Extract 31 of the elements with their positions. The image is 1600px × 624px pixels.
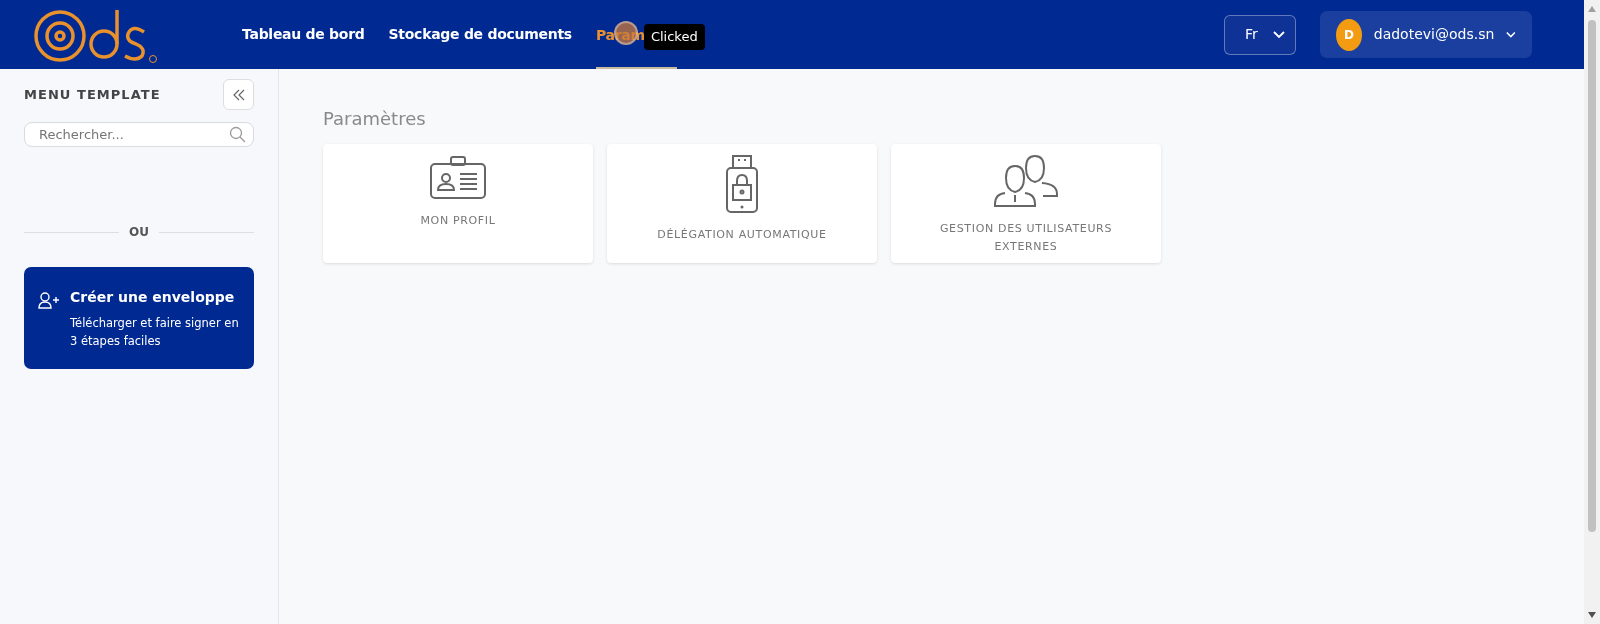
card-title: Créer une enveloppe	[70, 288, 236, 307]
user-email: dadotevi@ods.sn	[1373, 25, 1495, 44]
search-field[interactable]: Rechercher...	[24, 122, 254, 147]
double-chevron-icon	[231, 87, 246, 102]
chevron-icon	[1506, 30, 1516, 39]
id-badge-icon	[429, 154, 487, 200]
add-user-icon	[38, 291, 60, 309]
language-value: Fr	[1245, 25, 1258, 44]
language-select[interactable]: Fr	[1224, 14, 1296, 55]
avatar: D	[1336, 18, 1362, 51]
nav-tab[interactable]: Stockage de documents	[388, 0, 572, 69]
create-envelope-card[interactable]: Créer une enveloppe Télécharger et faire signer en 3 étapes faciles	[24, 267, 254, 369]
search-icon	[229, 126, 246, 143]
nav-tab[interactable]: Tableau de bord	[242, 0, 365, 69]
settings-card[interactable]: GESTION DES UTILISATEURS EXTERNES	[891, 144, 1161, 263]
card-label: MON PROFIL	[420, 213, 496, 229]
usb-lock-icon	[724, 154, 760, 214]
sidebar-title: MENU TEMPLATE	[24, 85, 161, 104]
settings-card[interactable]: DÉLÉGATION AUTOMATIQUE	[607, 144, 877, 263]
settings-card[interactable]: MON PROFIL	[323, 144, 593, 263]
card-label: DÉLÉGATION AUTOMATIQUE	[657, 227, 827, 243]
users-icon	[993, 154, 1059, 208]
chevron-icon	[1273, 30, 1285, 39]
collapse-button[interactable]	[223, 79, 254, 110]
divider-label: OU	[129, 224, 149, 241]
page-title: Paramètres	[323, 107, 427, 131]
scrollbar[interactable]	[1584, 0, 1600, 624]
card-label: GESTION DES UTILISATEURS EXTERNES	[938, 221, 1114, 255]
card-text: Télécharger et faire signer en 3 étapes faciles	[70, 315, 240, 351]
user-menu[interactable]: D dadotevi@ods.sn	[1320, 11, 1532, 58]
tooltip: Clicked	[643, 24, 705, 50]
